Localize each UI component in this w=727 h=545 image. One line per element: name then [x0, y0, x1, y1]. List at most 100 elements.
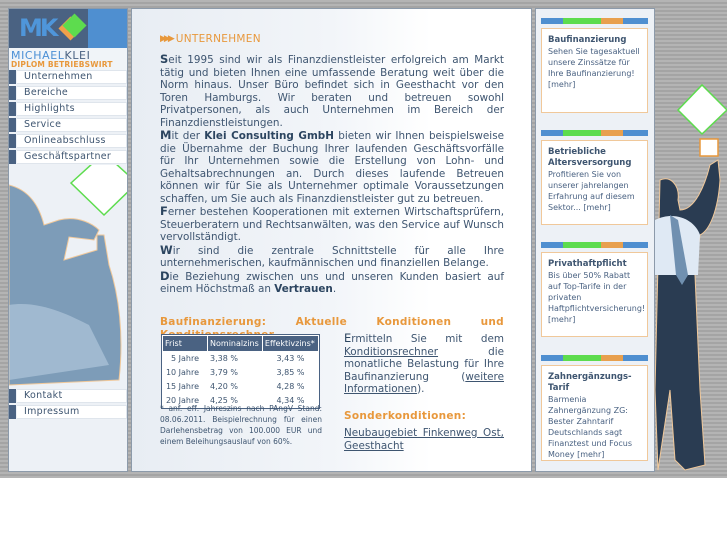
nav-item-highlights[interactable]: Highlights [9, 102, 127, 116]
teaser-box: Zahnergänzungs-Tarif Barmenia Zahnergänz… [541, 365, 648, 461]
paragraph-text: . [332, 283, 337, 295]
emphasis: Vertrauen [274, 283, 333, 295]
paragraph-text: it der [171, 130, 205, 142]
teaser-text: Profitieren Sie von unserer jahrelangen … [548, 170, 635, 212]
nav-marker [9, 86, 16, 100]
paragraph: Ferner bestehen Kooperationen mit extern… [160, 205, 504, 244]
nav-marker [9, 405, 16, 419]
sonderkonditionen-heading: Sonderkonditionen: [344, 410, 467, 422]
sonderkonditionen-link[interactable]: Neubaugebiet Finkenweg Ost, Geesthacht [344, 427, 504, 452]
logo[interactable]: MK [9, 9, 127, 48]
teaser-box: Baufinanzierung Sehen Sie tagesaktuell u… [541, 28, 648, 113]
heading-word: Aktuelle [295, 316, 348, 328]
nav-label: Unternehmen [17, 70, 127, 84]
cell-effective: 3,43 % [276, 354, 305, 363]
teaser-baufinanzierung[interactable]: Baufinanzierung Sehen Sie tagesaktuell u… [541, 18, 648, 113]
nav-label: Bereiche [17, 86, 127, 100]
teaser-title: Zahnergänzungs-Tarif [548, 372, 632, 393]
table-row: 15 Jahre 4,20 % 4,28 % [163, 380, 318, 393]
calculator-text: Ermitteln Sie mit dem Konditionsrechner … [344, 332, 504, 396]
cell-term: 5 Jahre [171, 354, 200, 363]
nav-item-unternehmen[interactable]: Unternehmen [9, 70, 127, 84]
teaser-title: Betriebliche Altersversorgung [548, 147, 632, 168]
calc-text: rmitteln Sie mit dem [351, 333, 504, 345]
rates-footnote: * anf. eff. Jahreszins nach PAngV Stand:… [160, 404, 322, 446]
paragraph: Die Beziehung zwischen uns und unseren K… [160, 269, 504, 296]
nav-item-impressum[interactable]: Impressum [9, 405, 127, 419]
cell-nominal: 3,38 % [210, 354, 238, 363]
color-bar [541, 355, 648, 361]
color-bar [541, 130, 648, 136]
nav-label: Highlights [17, 102, 127, 116]
column-header: Frist [163, 336, 208, 351]
column-header: Effektivzins* [262, 336, 318, 351]
table-row: 5 Jahre 3,38 % 3,43 % [163, 352, 318, 365]
teaser-text: Barmenia Zahnergänzung ZG: Bester Zahnta… [548, 395, 632, 459]
cell-term: 15 Jahre [165, 382, 200, 391]
konditionsrechner-link[interactable]: Konditionsrechner [344, 346, 438, 358]
right-sidebar: Baufinanzierung Sehen Sie tagesaktuell u… [535, 8, 655, 472]
teaser-zahnergaenzung[interactable]: Zahnergänzungs-Tarif Barmenia Zahnergänz… [541, 355, 648, 461]
teaser-privathaftpflicht[interactable]: Privathaftpflicht Bis über 50% Rabatt au… [541, 242, 648, 337]
nav-marker [9, 150, 16, 164]
left-sidebar: MK MICHAELKLEI DIPLOM BETRIEBSWIRT Unter… [8, 8, 128, 472]
heading-word: und [480, 316, 504, 328]
cell-effective: 4,28 % [276, 382, 305, 391]
cell-nominal: 4,20 % [210, 382, 238, 391]
nav-marker [9, 70, 16, 84]
nav-label: Geschäftspartner [17, 150, 127, 164]
heading-word: Baufinanzierung: [160, 316, 267, 328]
paragraph: Seit 1995 sind wir als Finanzdienstleist… [160, 53, 504, 129]
intro-text: Seit 1995 sind wir als Finanzdienstleist… [160, 53, 504, 296]
nav-item-geschaeftspartner[interactable]: Geschäftspartner [9, 150, 127, 164]
nav-item-service[interactable]: Service [9, 118, 127, 132]
nav-marker [9, 389, 16, 403]
nav-item-kontakt[interactable]: Kontakt [9, 389, 127, 403]
paragraph-text: erner bestehen Kooperationen mit externe… [160, 206, 504, 243]
teaser-text: Sehen Sie tagesaktuell unsere Zinssätze … [548, 47, 640, 89]
logo-letters: MK [19, 14, 59, 42]
company-name: Klei Consulting GmbH [204, 130, 334, 142]
initial: M [160, 128, 172, 142]
nav-marker [9, 118, 16, 132]
nav-label: Onlineabschluss [17, 134, 127, 148]
baufinanzierung-heading: Baufinanzierung: Aktuelle Konditionen un… [160, 316, 504, 328]
brand-name: MICHAELKLEI DIPLOM BETRIEBSWIRT [9, 48, 127, 70]
color-bar [541, 18, 648, 24]
initial: F [160, 204, 168, 218]
nav-label: Impressum [17, 405, 127, 419]
paragraph: Wir sind die zentrale Schnittstelle für … [160, 243, 504, 270]
nav-item-bereiche[interactable]: Bereiche [9, 86, 127, 100]
nav-marker [9, 102, 16, 116]
nav-marker [9, 134, 16, 148]
teaser-text: Bis über 50% Rabatt auf Top-Tarife in de… [548, 271, 646, 324]
logo-blue-block [88, 9, 127, 48]
hero-image-businessman [654, 83, 727, 471]
primary-nav: Unternehmen Bereiche Highlights Service … [9, 70, 127, 166]
teaser-box: Betriebliche Altersversorgung Profitiere… [541, 140, 648, 225]
teaser-title: Privathaftpflicht [548, 259, 627, 269]
brand-subtitle: DIPLOM BETRIEBSWIRT [11, 60, 113, 69]
table-row: 10 Jahre 3,79 % 3,85 % [163, 366, 318, 379]
color-bar [541, 242, 648, 248]
triple-arrow-icon: ▶▶▶ [160, 34, 175, 44]
cell-term: 10 Jahre [165, 368, 200, 377]
orange-square-icon [699, 138, 719, 157]
teaser-altersversorgung[interactable]: Betriebliche Altersversorgung Profitiere… [541, 130, 648, 225]
teaser-box: Privathaftpflicht Bis über 50% Rabatt au… [541, 252, 648, 337]
cell-nominal: 3,79 % [210, 368, 238, 377]
paragraph: Mit der Klei Consulting GmbH bieten wir … [160, 129, 504, 205]
table-header-row: Frist Nominalzins Effektivzins* [163, 336, 318, 351]
column-header: Nominalzins [208, 336, 262, 351]
section-heading: ▶▶▶ UNTERNEHMEN [160, 33, 261, 45]
rates-table: Frist Nominalzins Effektivzins* 5 Jahre … [161, 334, 320, 409]
calc-text: ). [417, 383, 425, 396]
nav-item-onlineabschluss[interactable]: Onlineabschluss [9, 134, 127, 148]
hero-image-hands-frame [9, 165, 127, 386]
green-diamond-outline-icon [69, 165, 127, 217]
paragraph-text: ir sind die zentrale Schnittstelle für a… [160, 244, 504, 270]
paragraph-text: eit 1995 sind wir als Finanzdienstleiste… [160, 54, 504, 129]
heading-word: Konditionen [376, 316, 452, 328]
teaser-title: Baufinanzierung [548, 35, 627, 45]
green-diamond-icon [676, 83, 727, 136]
